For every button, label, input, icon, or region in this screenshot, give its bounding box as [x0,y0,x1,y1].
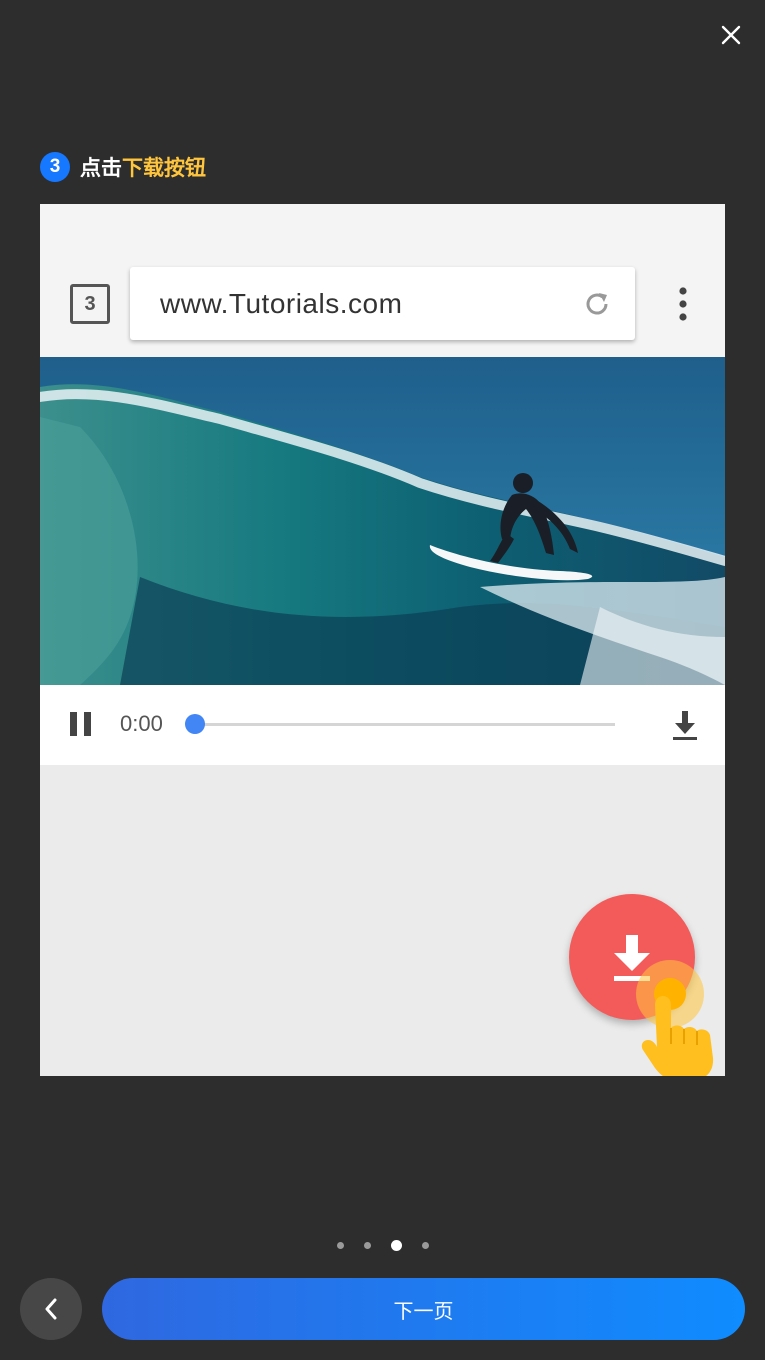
tutorial-illustration: 3 www.Tutorials.com 0:00 [40,204,725,1076]
surf-wave-image [40,357,725,685]
chevron-left-icon [45,1298,57,1320]
address-bar-url: www.Tutorials.com [160,287,403,319]
step-heading: 3 点击 下载按钮 [40,151,206,183]
pager-dot[interactable] [421,1241,429,1249]
video-controls: 0:00 [40,685,725,765]
hand-pointer-icon [641,996,714,1076]
pager-dot-active[interactable] [390,1239,402,1251]
next-page-label: 下一页 [393,1298,454,1323]
pager-dot[interactable] [336,1241,344,1249]
pause-icon [70,712,92,736]
video-progress-track [195,723,615,726]
tab-count-badge: 3 [70,284,110,324]
address-bar: www.Tutorials.com [130,267,635,340]
reload-icon [586,293,608,315]
back-button[interactable] [20,1278,82,1340]
browser-toolbar: 3 www.Tutorials.com [40,204,725,357]
close-button[interactable] [712,16,750,54]
more-vert-icon [679,287,687,321]
step-instruction-highlight: 下载按钮 [122,156,206,180]
close-icon [721,25,741,45]
step-instruction-text: 点击 [80,156,122,180]
download-icon [673,711,697,740]
pager-dot[interactable] [363,1241,371,1249]
video-progress-knob [185,714,205,734]
video-time: 0:00 [120,711,163,736]
pager-dots [0,1238,765,1252]
video-thumbnail [40,357,725,685]
next-page-button[interactable]: 下一页 [102,1278,745,1340]
step-number-badge: 3 [40,152,70,182]
